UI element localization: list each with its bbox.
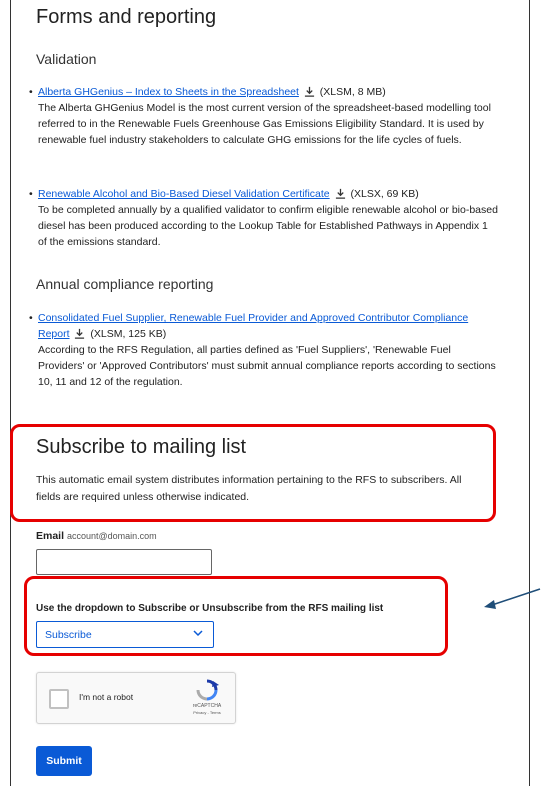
captcha-links[interactable]: Privacy - Terms <box>185 710 229 715</box>
arrow-shaft <box>491 588 541 606</box>
captcha-label: I'm not a robot <box>79 692 134 702</box>
annotation-arrow <box>484 588 541 609</box>
recaptcha-widget: I'm not a robot reCAPTCHA Privacy - Term… <box>36 672 236 724</box>
captcha-checkbox[interactable] <box>49 689 69 709</box>
captcha-brand: reCAPTCHA <box>192 703 222 709</box>
submit-button[interactable]: Submit <box>36 746 92 776</box>
recaptcha-logo-icon <box>196 679 219 701</box>
arrow-head <box>484 600 496 609</box>
